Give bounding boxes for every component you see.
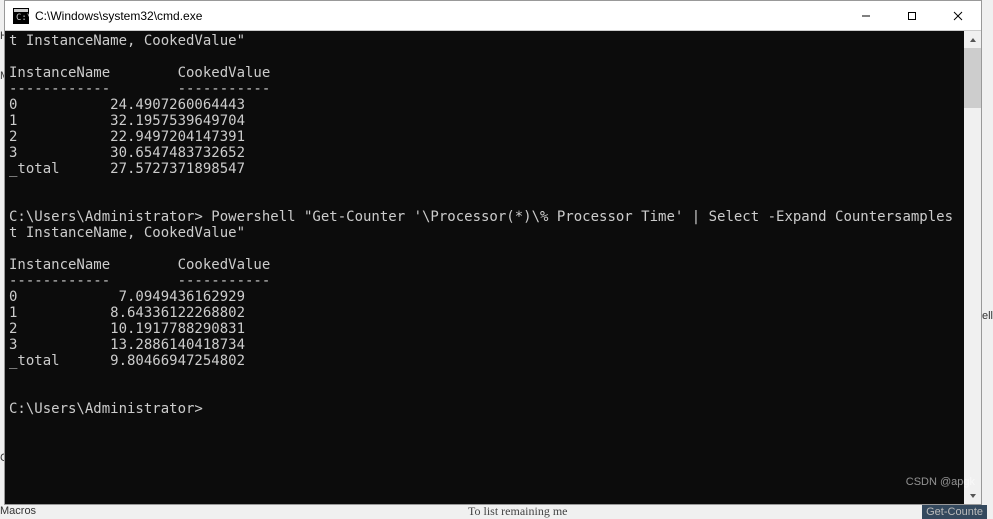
scroll-thumb[interactable]	[964, 48, 981, 108]
watermark: CSDN @apgk	[906, 476, 975, 488]
window-title: C:\Windows\system32\cmd.exe	[35, 9, 843, 23]
scroll-down-button[interactable]	[964, 487, 981, 504]
bg-text: Macros	[0, 505, 36, 517]
scroll-up-button[interactable]	[964, 31, 981, 48]
maximize-button[interactable]	[889, 1, 935, 30]
cmd-icon: C:\	[13, 8, 29, 24]
bg-text: ell	[982, 310, 993, 322]
svg-text:C:\: C:\	[16, 13, 29, 23]
vertical-scrollbar[interactable]	[964, 31, 981, 504]
minimize-button[interactable]	[843, 1, 889, 30]
scroll-track[interactable]	[964, 48, 981, 487]
terminal-area: t InstanceName, CookedValue" InstanceNam…	[5, 31, 981, 504]
terminal-output[interactable]: t InstanceName, CookedValue" InstanceNam…	[5, 31, 964, 504]
bg-bottom-right: Get-Counte	[922, 505, 987, 519]
titlebar[interactable]: C:\ C:\Windows\system32\cmd.exe	[5, 1, 981, 31]
bg-bottom-text: To list remaining me	[468, 504, 567, 519]
cmd-window: C:\ C:\Windows\system32\cmd.exe t Instan…	[4, 0, 982, 505]
close-button[interactable]	[935, 1, 981, 30]
window-controls	[843, 1, 981, 30]
